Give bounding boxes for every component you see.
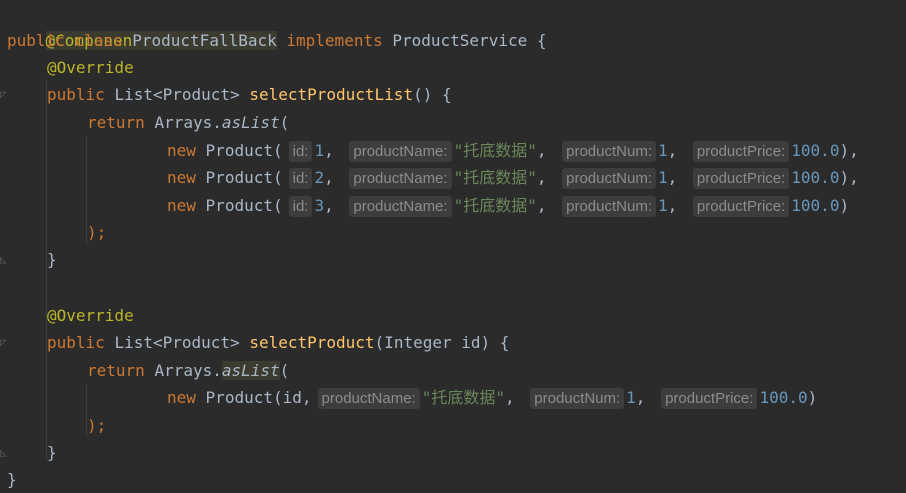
param-hint: productName: xyxy=(317,388,420,409)
keyword: public xyxy=(47,333,105,352)
keyword: new xyxy=(167,388,196,407)
interface-name: ProductService xyxy=(392,31,528,50)
code-line[interactable]: @Override xyxy=(0,54,134,81)
method-name: selectProduct xyxy=(249,333,375,352)
number-literal: 100.0 xyxy=(791,141,840,160)
paren: ) xyxy=(839,196,850,215)
method-name: selectProductList xyxy=(249,85,414,104)
param-hint: productName: xyxy=(349,141,452,162)
constructor: Product( xyxy=(205,168,283,187)
class-ref: Arrays. xyxy=(154,361,222,380)
code-line[interactable]: @Override xyxy=(0,302,134,329)
string-literal: "托底数据" xyxy=(421,388,506,407)
brace: } xyxy=(47,250,57,269)
code-line[interactable]: public List<Product> selectProductList()… xyxy=(0,81,452,108)
code-line[interactable]: } xyxy=(0,439,57,466)
code-line[interactable]: } xyxy=(0,246,57,273)
keyword: public xyxy=(47,85,105,104)
number-literal: 1 xyxy=(658,196,668,215)
code-line[interactable]: ); xyxy=(0,412,106,439)
keyword: new xyxy=(167,168,196,187)
keyword: new xyxy=(167,141,196,160)
number-literal: 1 xyxy=(658,168,668,187)
param-hint: id: xyxy=(288,196,313,217)
keyword: public xyxy=(7,31,65,50)
number-literal: 100.0 xyxy=(759,388,808,407)
keyword: new xyxy=(167,196,196,215)
params: () { xyxy=(413,85,452,104)
param-hint: id: xyxy=(288,141,313,162)
constructor: Product( xyxy=(205,196,283,215)
number-literal: 1 xyxy=(658,141,668,160)
param-hint: productPrice: xyxy=(692,196,790,217)
code-line[interactable]: @Component xyxy=(0,0,142,50)
static-method: asList xyxy=(221,361,280,380)
class-name: ProductFallBack xyxy=(132,31,277,50)
code-line[interactable]: new Product(id: 3, productName: "托底数据", pr… xyxy=(0,192,849,219)
param-hint: productNum: xyxy=(562,141,656,162)
constructor: Product( xyxy=(205,141,283,160)
brace: } xyxy=(7,470,17,489)
keyword: return xyxy=(87,113,145,132)
brace: { xyxy=(527,31,547,50)
annotation: @Override xyxy=(47,58,134,77)
number-literal: 100.0 xyxy=(791,168,840,187)
code-line[interactable]: new Product(id: 1, productName: "托底数据", pr… xyxy=(0,137,859,164)
keyword: implements xyxy=(286,31,383,50)
constructor: Product(id, xyxy=(205,388,312,407)
code-line[interactable]: public List<Product> selectProduct(Integ… xyxy=(0,329,509,356)
number-literal: 100.0 xyxy=(791,196,840,215)
annotation: @Override xyxy=(47,306,134,325)
param-hint: productPrice: xyxy=(692,141,790,162)
string-literal: "托底数据" xyxy=(453,196,537,215)
param-hint: productPrice: xyxy=(661,388,758,409)
param-hint: productPrice: xyxy=(692,168,790,189)
param-hint: productName: xyxy=(349,168,452,189)
keyword: return xyxy=(87,361,145,380)
param-hint: productNum: xyxy=(562,168,656,189)
params: (Integer id) { xyxy=(374,333,510,352)
number-literal: 2 xyxy=(314,168,325,187)
punctuation: ); xyxy=(87,416,107,435)
param-hint: productName: xyxy=(349,196,452,217)
paren: ( xyxy=(279,361,290,380)
paren: ( xyxy=(279,113,290,132)
return-type: List<Product> xyxy=(114,333,240,352)
number-literal: 1 xyxy=(314,141,325,160)
brace: } xyxy=(47,443,57,462)
code-line[interactable]: ); xyxy=(0,219,106,246)
punctuation: ); xyxy=(87,223,107,242)
static-method: asList xyxy=(221,113,280,132)
keyword: class xyxy=(74,31,123,50)
param-hint: id: xyxy=(288,168,313,189)
number-literal: 3 xyxy=(314,196,325,215)
string-literal: "托底数据" xyxy=(453,141,537,160)
number-literal: 1 xyxy=(626,388,636,407)
paren: ), xyxy=(839,141,859,160)
paren: ), xyxy=(839,168,859,187)
code-line[interactable]: return Arrays.asList( xyxy=(0,109,289,136)
code-line[interactable]: new Product(id, productName: "托底数据", produ… xyxy=(0,384,817,411)
code-line[interactable]: public class ProductFallBack implements … xyxy=(0,27,546,54)
code-line[interactable]: return Arrays.asList( xyxy=(0,357,289,384)
paren: ) xyxy=(807,388,818,407)
return-type: List<Product> xyxy=(114,85,240,104)
class-ref: Arrays. xyxy=(154,113,222,132)
code-line[interactable]: new Product(id: 2, productName: "托底数据", pr… xyxy=(0,164,859,191)
code-editor[interactable]: ◸ ◺ ◸ ◺ @Component public class ProductF… xyxy=(0,0,906,489)
param-hint: productNum: xyxy=(530,388,625,409)
param-hint: productNum: xyxy=(562,196,656,217)
string-literal: "托底数据" xyxy=(453,168,537,187)
